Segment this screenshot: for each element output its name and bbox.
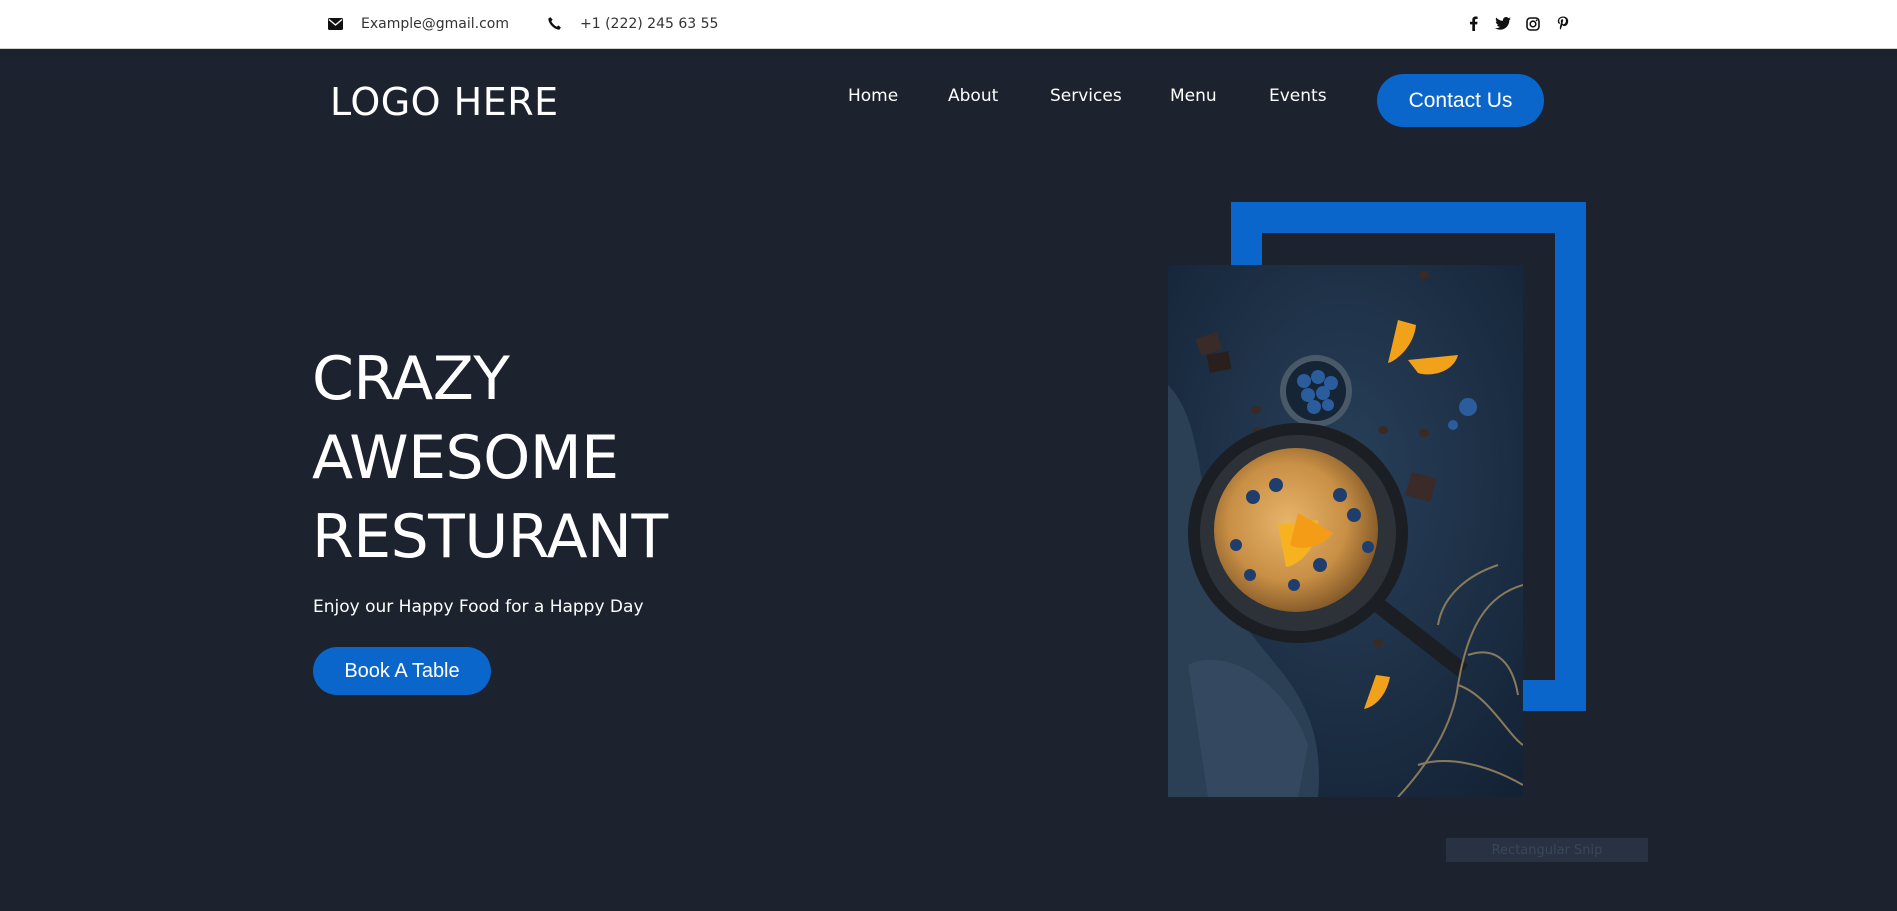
nav-item-home[interactable]: Home: [848, 86, 898, 106]
top-contact-bar: Example@gmail.com +1 (222) 245 63 55: [0, 0, 1897, 49]
hero-title: CRAZY AWESOME RESTURANT: [312, 340, 668, 577]
nav-item-events[interactable]: Events: [1269, 86, 1327, 106]
hero-title-line: RESTURANT: [312, 502, 668, 572]
rectangular-snip-overlay: Rectangular Snip: [1446, 838, 1648, 862]
phone-contact[interactable]: +1 (222) 245 63 55: [547, 0, 718, 47]
social-links: [1451, 0, 1571, 47]
instagram-icon[interactable]: [1525, 16, 1541, 32]
envelope-icon: [328, 17, 343, 30]
hero-food-image: [1168, 265, 1523, 797]
phone-icon: [547, 16, 562, 31]
nav-item-services[interactable]: Services: [1050, 86, 1122, 106]
hero-title-line: AWESOME: [312, 423, 619, 493]
phone-text: +1 (222) 245 63 55: [580, 15, 719, 32]
email-text: Example@gmail.com: [361, 15, 509, 32]
book-table-button[interactable]: Book A Table: [313, 647, 491, 695]
facebook-icon[interactable]: [1465, 16, 1481, 32]
hero-title-line: CRAZY: [312, 344, 510, 414]
twitter-icon[interactable]: [1495, 16, 1511, 32]
nav-item-menu[interactable]: Menu: [1170, 86, 1217, 106]
nav-item-about[interactable]: About: [948, 86, 998, 106]
email-contact[interactable]: Example@gmail.com: [328, 0, 509, 47]
hero-subtitle: Enjoy our Happy Food for a Happy Day: [313, 597, 644, 617]
pinterest-icon[interactable]: [1555, 16, 1571, 32]
site-logo[interactable]: LOGO HERE: [330, 80, 559, 124]
contact-us-button[interactable]: Contact Us: [1377, 74, 1544, 127]
